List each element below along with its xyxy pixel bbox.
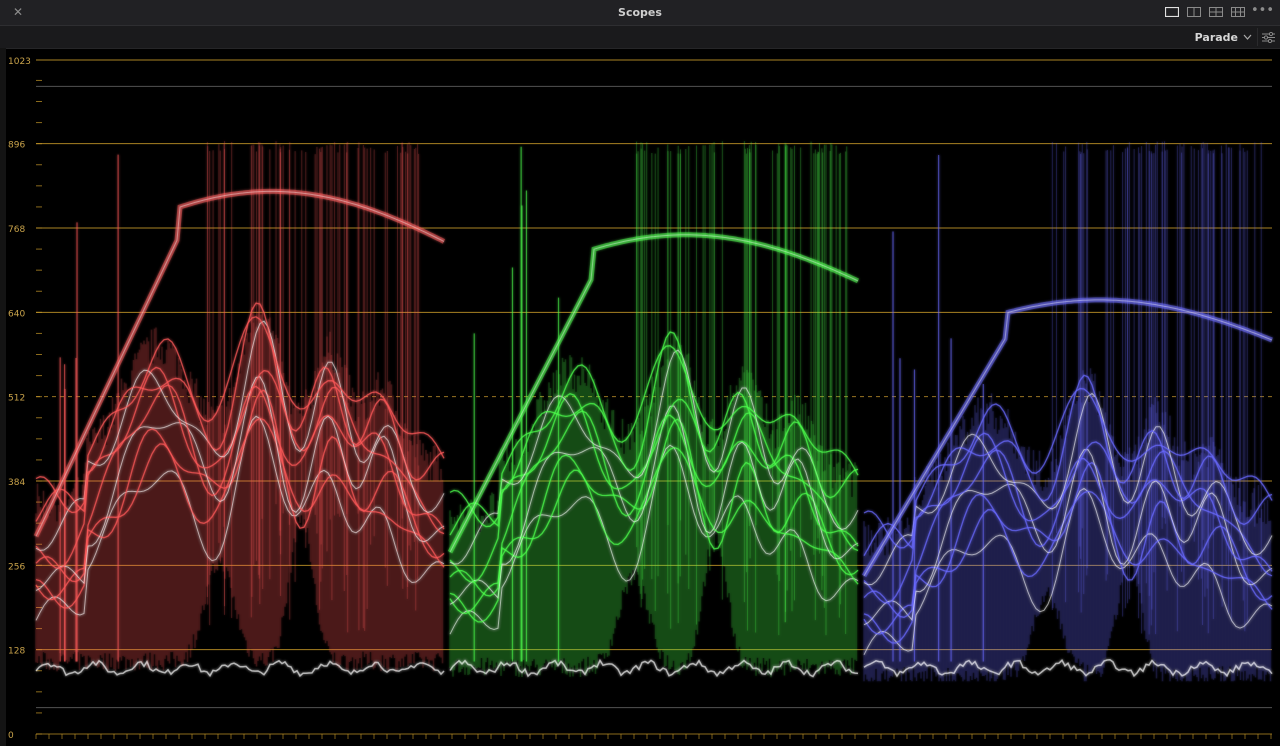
layout-switcher — [1164, 5, 1246, 19]
scope-mode-label: Parade — [1194, 30, 1238, 44]
more-options-icon[interactable]: ••• — [1251, 3, 1274, 19]
layout-2x2-icon[interactable] — [1208, 5, 1224, 19]
waveform-parade-scope: 1023 896 768 640 512 384 256 128 0 — [8, 57, 1273, 741]
level-label-768: 768 — [8, 225, 25, 235]
chevron-down-icon — [1243, 34, 1252, 40]
close-icon[interactable]: ✕ — [10, 4, 26, 20]
level-label-256: 256 — [8, 562, 25, 572]
level-label-512: 512 — [8, 394, 25, 404]
layout-4x-icon[interactable] — [1230, 5, 1246, 19]
scopes-titlebar: ✕ Scopes ••• — [0, 0, 1280, 26]
level-label-384: 384 — [8, 478, 25, 488]
level-label-640: 640 — [8, 309, 25, 319]
scope-toolbar: Parade — [0, 26, 1280, 49]
layout-1x1-icon[interactable] — [1164, 5, 1180, 19]
trace-blue — [861, 141, 1273, 682]
waveform-traces — [33, 141, 1273, 682]
level-label-0: 0 — [8, 731, 14, 741]
layout-2x1-icon[interactable] — [1186, 5, 1202, 19]
level-label-896: 896 — [8, 141, 25, 151]
trace-green — [447, 141, 860, 678]
level-label-128: 128 — [8, 647, 25, 657]
level-label-1023: 1023 — [8, 57, 31, 67]
level-labels: 1023 896 768 640 512 384 256 128 0 — [8, 57, 31, 741]
trace-floor — [35, 659, 445, 678]
scope-mode-dropdown[interactable]: Parade — [1195, 28, 1252, 46]
panel-title: Scopes — [618, 6, 662, 19]
trace-red — [33, 141, 446, 678]
sliders-icon[interactable] — [1257, 28, 1278, 46]
